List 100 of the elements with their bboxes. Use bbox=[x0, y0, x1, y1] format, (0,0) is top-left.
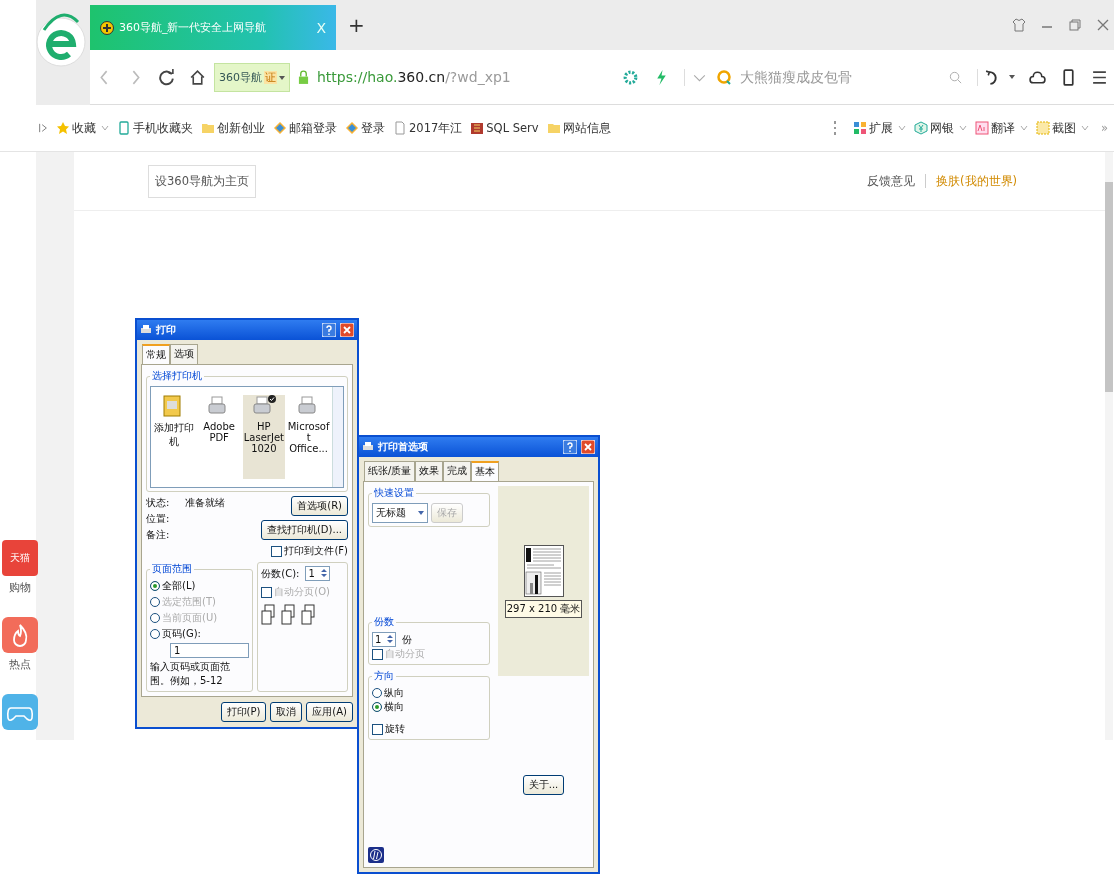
new-tab-button[interactable]: + bbox=[348, 13, 365, 37]
bookmark-label: 手机收藏夹 bbox=[133, 120, 193, 136]
gamepad-tile-icon[interactable] bbox=[2, 694, 38, 730]
chevron-down-icon bbox=[958, 125, 967, 131]
printer-item[interactable]: Adobe PDF bbox=[197, 395, 241, 479]
scrollbar[interactable] bbox=[332, 387, 343, 487]
search-engine-icon[interactable] bbox=[716, 69, 732, 85]
field-label: 备注: bbox=[146, 528, 171, 542]
chevron-down-icon bbox=[101, 125, 109, 131]
rotate-checkbox[interactable]: 旋转 bbox=[372, 722, 486, 736]
radio-option[interactable]: 横向 bbox=[372, 700, 486, 714]
bookmark-label: 邮箱登录 bbox=[289, 120, 337, 136]
printer-label: 添加打印机 bbox=[153, 421, 196, 449]
url-text[interactable]: https://hao.360.cn/?wd_xp1 bbox=[317, 69, 511, 85]
status-value: 准备就绪 bbox=[185, 496, 226, 510]
bookmark-item[interactable]: 登录 bbox=[345, 120, 385, 136]
bookmark-item[interactable]: 邮箱登录 bbox=[273, 120, 337, 136]
bookmark-item[interactable]: 手机收藏夹 bbox=[117, 120, 193, 136]
feedback-link[interactable]: 反馈意见 bbox=[867, 173, 915, 189]
default-check-icon bbox=[267, 395, 276, 403]
field-label: 份数(C): bbox=[261, 566, 300, 581]
dialog-tab[interactable]: 选项 bbox=[170, 344, 198, 364]
bookmark-item[interactable]: 创新创业 bbox=[201, 120, 265, 136]
home-icon[interactable] bbox=[189, 68, 206, 86]
toolbar-label: 网银 bbox=[929, 120, 954, 136]
search-field[interactable]: 大熊猫瘦成皮包骨 bbox=[740, 69, 940, 85]
bookmark-item[interactable]: 网站信息 bbox=[546, 120, 611, 136]
gear-icon[interactable] bbox=[622, 68, 639, 86]
refresh-icon[interactable] bbox=[158, 68, 175, 86]
bookmark-item[interactable]: 收藏 bbox=[56, 120, 109, 136]
toolbar-item[interactable]: 翻译 bbox=[974, 120, 1028, 136]
page-preview-drawing bbox=[523, 544, 564, 597]
translate-icon bbox=[974, 121, 989, 135]
copies-spinner[interactable]: 1 bbox=[305, 566, 330, 581]
radio-option[interactable]: 全部(L) bbox=[150, 579, 196, 593]
printer-icon bbox=[207, 395, 228, 417]
caret-icon bbox=[279, 74, 285, 81]
restore-icon[interactable] bbox=[1068, 18, 1082, 32]
help-icon[interactable] bbox=[322, 323, 336, 337]
document-icon bbox=[393, 121, 407, 135]
toolbar-item[interactable]: 网银 bbox=[913, 120, 967, 136]
quick-settings-dropdown[interactable]: 无标题 bbox=[372, 503, 428, 523]
chevron-down-icon bbox=[1080, 125, 1089, 131]
dock-label: 购物 bbox=[9, 580, 31, 595]
plus-shield-icon bbox=[100, 20, 114, 35]
flame-tile-icon[interactable] bbox=[2, 617, 38, 653]
shirt-icon[interactable] bbox=[1012, 18, 1026, 32]
printer-list[interactable]: 添加打印机 Adobe PDF HP LaserJet 1020 Microsoft Office... bbox=[150, 386, 344, 488]
lock-icon bbox=[298, 69, 309, 85]
caret-icon[interactable] bbox=[1009, 74, 1015, 80]
dialog-tab[interactable]: 常规 bbox=[142, 344, 170, 364]
yen-icon bbox=[913, 121, 928, 135]
sidebar-toggle-icon[interactable] bbox=[38, 121, 48, 135]
diamond-icon bbox=[345, 121, 359, 135]
dock-label: 热点 bbox=[9, 657, 31, 672]
toolbar-label: 截图 bbox=[1051, 120, 1076, 136]
group-title: 快速设置 bbox=[373, 486, 415, 500]
radio-option[interactable]: 纵向 bbox=[372, 686, 486, 700]
dialog-title: 打印首选项 bbox=[378, 440, 428, 454]
printer-item[interactable]: 添加打印机 bbox=[153, 395, 196, 479]
toolbar-item[interactable]: 截图 bbox=[1035, 120, 1089, 136]
dialog-tab[interactable]: 完成 bbox=[443, 461, 472, 481]
printer-item[interactable]: HP LaserJet 1020 bbox=[242, 395, 286, 479]
group-title: 选择打印机 bbox=[151, 369, 203, 383]
dialog-tab[interactable]: 纸张/质量 bbox=[364, 461, 416, 481]
printer-label: Adobe PDF bbox=[202, 421, 236, 443]
print-to-file-checkbox[interactable]: 打印到文件(F) bbox=[271, 544, 348, 558]
help-icon[interactable] bbox=[563, 440, 577, 454]
pages-field[interactable]: 1 bbox=[170, 643, 250, 658]
printer-icon bbox=[251, 395, 272, 417]
bookmark-item[interactable]: 2017年江 bbox=[393, 120, 463, 136]
bookmark-item[interactable]: SQL Serv bbox=[470, 121, 539, 135]
preferences-button[interactable]: 首选项(R) bbox=[291, 496, 348, 516]
shopping-tile[interactable]: 天猫 bbox=[2, 540, 38, 576]
radio-option[interactable]: 页码(G): bbox=[150, 627, 201, 641]
find-printer-button[interactable]: 查找打印机(D)... bbox=[260, 520, 348, 540]
toolbar-item[interactable]: 扩展 bbox=[852, 120, 906, 136]
printer-icon bbox=[296, 395, 317, 417]
phone-icon[interactable] bbox=[1060, 68, 1077, 86]
menu-icon[interactable] bbox=[1091, 68, 1108, 86]
dialog-button[interactable]: 打印(P) bbox=[220, 702, 267, 722]
bookmark-label: 创新创业 bbox=[217, 120, 265, 136]
dialog-tab[interactable]: 基本 bbox=[471, 461, 500, 481]
add-printer-icon bbox=[162, 395, 183, 417]
cloud-icon[interactable] bbox=[1029, 68, 1046, 86]
drag-handle-icon[interactable] bbox=[832, 120, 837, 136]
printer-item[interactable]: Microsoft Office... bbox=[287, 395, 330, 479]
about-button[interactable]: 关于... bbox=[522, 775, 565, 795]
printer-icon bbox=[362, 441, 374, 453]
search-icon[interactable] bbox=[948, 69, 963, 85]
dialog-tab[interactable]: 效果 bbox=[415, 461, 444, 481]
grid-icon bbox=[852, 121, 867, 135]
app-icon bbox=[470, 121, 485, 135]
site-identity-button[interactable]: 360导航 证 bbox=[214, 62, 290, 92]
dialog-button[interactable]: 应用(A) bbox=[306, 702, 353, 722]
set-homepage-button[interactable]: 设360导航为主页 bbox=[148, 164, 256, 198]
copies-spinner[interactable]: 1 bbox=[372, 632, 397, 647]
close-icon[interactable] bbox=[1096, 18, 1110, 32]
dialog-button[interactable]: 取消 bbox=[270, 702, 303, 722]
scrollbar[interactable] bbox=[1105, 152, 1113, 740]
